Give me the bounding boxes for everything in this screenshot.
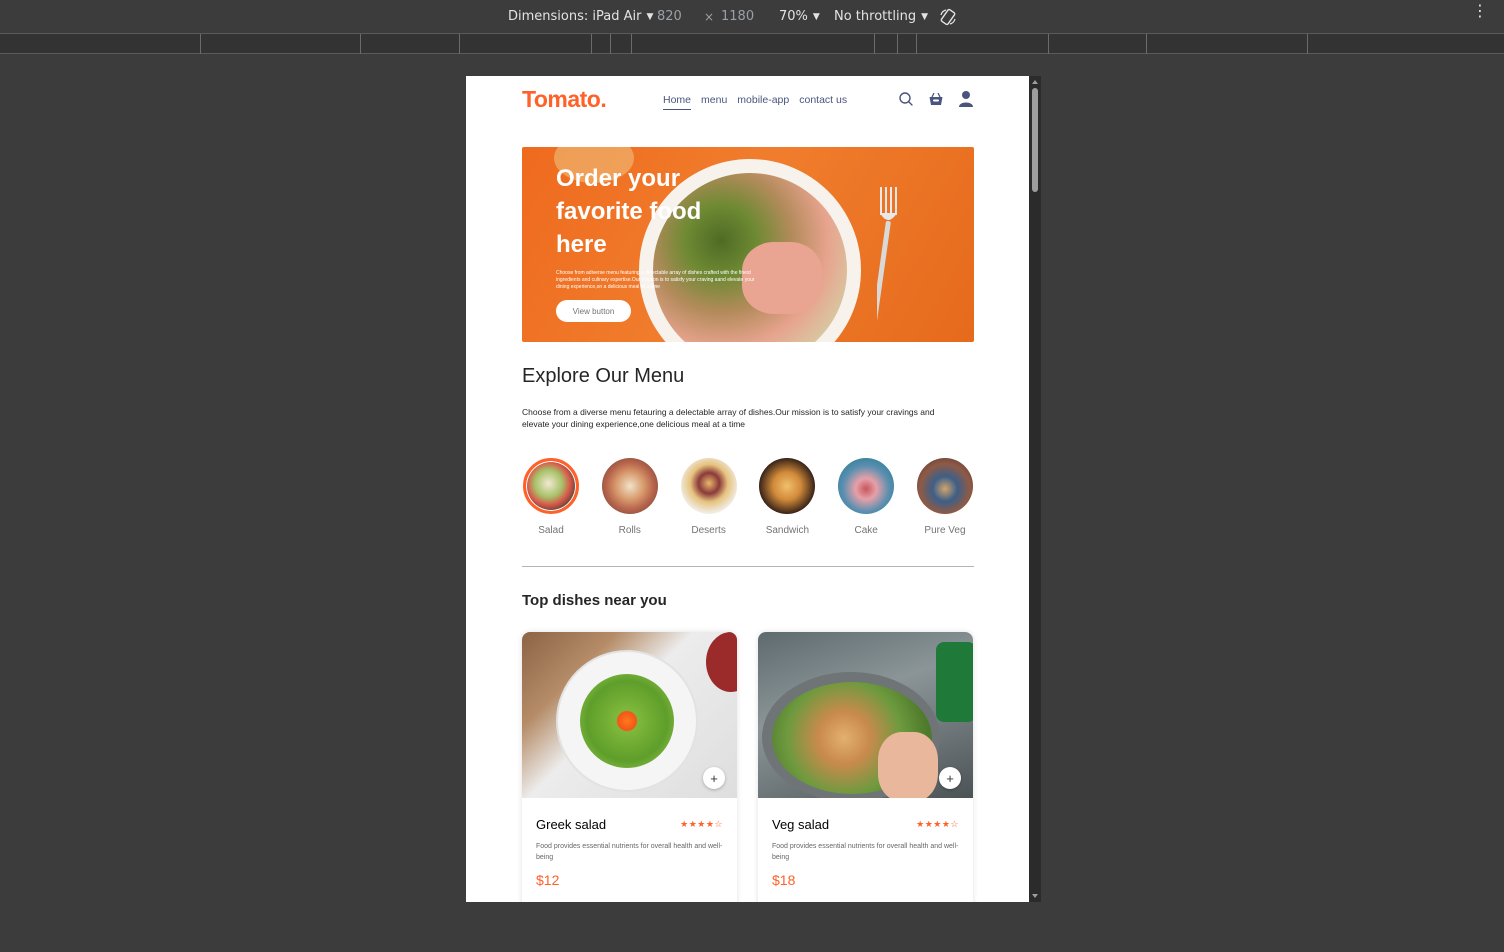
zoom-dropdown[interactable]: 70% ▼ <box>779 9 820 24</box>
search-icon[interactable] <box>898 91 914 107</box>
explore-menu-description: Choose from a diverse menu fetauring a d… <box>522 407 935 429</box>
bowl-image <box>706 632 737 692</box>
scroll-up-icon[interactable] <box>1032 80 1038 84</box>
hero-title: Order your favorite food here <box>556 165 702 258</box>
dimensions-dropdown[interactable]: Dimensions: iPad Air ▼ <box>508 9 653 24</box>
throttling-value: No throttling <box>834 9 917 24</box>
category-label: Deserts <box>691 525 726 536</box>
nav-link-home[interactable]: Home <box>663 94 692 110</box>
category-label: Sandwich <box>765 525 810 536</box>
logo[interactable]: Tomato. <box>522 86 607 113</box>
navbar-menu: Home menu mobile-app contact us <box>663 94 847 110</box>
media-query-ruler <box>0 34 1504 54</box>
top-dishes-title: Top dishes near you <box>522 592 667 609</box>
food-item-description: Food provides essential nutrients for ov… <box>772 843 959 861</box>
nav-link-menu[interactable]: menu <box>701 94 727 110</box>
scroll-thumb[interactable] <box>1032 88 1038 192</box>
scroll-down-icon[interactable] <box>1032 894 1038 898</box>
category-label: Cake <box>854 525 878 536</box>
category-image-rolls <box>601 458 658 514</box>
food-item-image: + <box>522 632 737 798</box>
caret-down-icon: ▼ <box>646 11 654 22</box>
food-item-card[interactable]: + Veg salad ★★★★☆ Food provides essentia… <box>758 632 973 902</box>
basket-icon[interactable] <box>928 91 944 107</box>
category-image-deserts <box>680 458 737 514</box>
dimensions-label: Dimensions: iPad Air <box>508 9 642 24</box>
category-image-pure-veg <box>916 458 973 514</box>
category-pure-veg[interactable]: Pure Veg <box>916 458 974 536</box>
rotate-icon[interactable] <box>938 7 958 27</box>
food-item-name-rating: Veg salad ★★★★☆ <box>772 817 959 832</box>
add-to-cart-button[interactable]: + <box>939 767 961 789</box>
category-image-cake <box>838 458 895 514</box>
food-item-image: + <box>758 632 973 798</box>
food-item-description: Food provides essential nutrients for ov… <box>536 843 723 861</box>
viewport-scrollbar[interactable] <box>1029 76 1041 902</box>
fork-icon <box>877 187 897 342</box>
explore-menu-title: Explore Our Menu <box>522 365 685 387</box>
hero-description: Choose from adiverse menu featuring a de… <box>556 270 755 290</box>
food-item-info: Veg salad ★★★★☆ Food provides essential … <box>758 817 973 888</box>
caret-down-icon: ▼ <box>921 11 928 22</box>
food-item-price: $18 <box>772 872 796 888</box>
nav-link-mobile-app[interactable]: mobile-app <box>737 94 789 110</box>
hand-image <box>878 732 938 798</box>
rating-stars-icon: ★★★★☆ <box>680 819 723 829</box>
hero-banner: Order your favorite food here Choose fro… <box>522 147 974 342</box>
category-sandwich[interactable]: Sandwich <box>758 458 816 536</box>
view-button[interactable]: View button <box>556 300 631 322</box>
food-item-card[interactable]: + Greek salad ★★★★☆ Food provides essent… <box>522 632 737 902</box>
food-item-name-rating: Greek salad ★★★★☆ <box>536 817 723 832</box>
devtools-device-toolbar: Dimensions: iPad Air ▼ 820 × 1180 70% ▼ … <box>0 0 1504 34</box>
food-display-list: + Greek salad ★★★★☆ Food provides essent… <box>522 632 974 902</box>
width-input[interactable]: 820 <box>657 9 682 24</box>
category-salad[interactable]: Salad <box>522 458 580 536</box>
height-input[interactable]: 1180 <box>721 9 754 24</box>
nav-link-contact-us[interactable]: contact us <box>799 94 847 110</box>
zoom-value: 70% <box>779 9 808 24</box>
throttling-dropdown[interactable]: No throttling ▼ <box>834 9 928 24</box>
category-label: Pure Veg <box>924 525 966 536</box>
food-item-name: Greek salad <box>536 817 607 832</box>
category-image-sandwich <box>759 458 816 514</box>
caret-down-icon: ▼ <box>812 11 820 22</box>
width-value: 820 <box>657 9 682 24</box>
food-item-name: Veg salad <box>772 817 830 832</box>
category-cake[interactable]: Cake <box>837 458 895 536</box>
category-label: Rolls <box>618 525 641 536</box>
menu-category-list: Salad Rolls Deserts Sandwich Cake Pure V… <box>522 458 974 536</box>
category-deserts[interactable]: Deserts <box>680 458 738 536</box>
device-viewport: Tomato. Home menu mobile-app contact us <box>466 76 1029 902</box>
category-label: Salad <box>538 525 564 536</box>
add-to-cart-button[interactable]: + <box>703 767 725 789</box>
green-object-image <box>936 642 973 722</box>
rating-stars-icon: ★★★★☆ <box>916 819 959 829</box>
category-rolls[interactable]: Rolls <box>601 458 659 536</box>
user-icon[interactable] <box>958 90 974 108</box>
height-value: 1180 <box>721 9 755 24</box>
food-item-price: $12 <box>536 872 560 888</box>
category-image-salad <box>523 458 579 514</box>
peas-image <box>580 674 674 768</box>
times-icon: × <box>704 10 715 24</box>
navbar-icons <box>898 90 974 108</box>
more-options-icon[interactable]: ⋮ <box>1472 3 1488 19</box>
food-item-info: Greek salad ★★★★☆ Food provides essentia… <box>522 817 737 888</box>
section-divider <box>522 566 974 567</box>
